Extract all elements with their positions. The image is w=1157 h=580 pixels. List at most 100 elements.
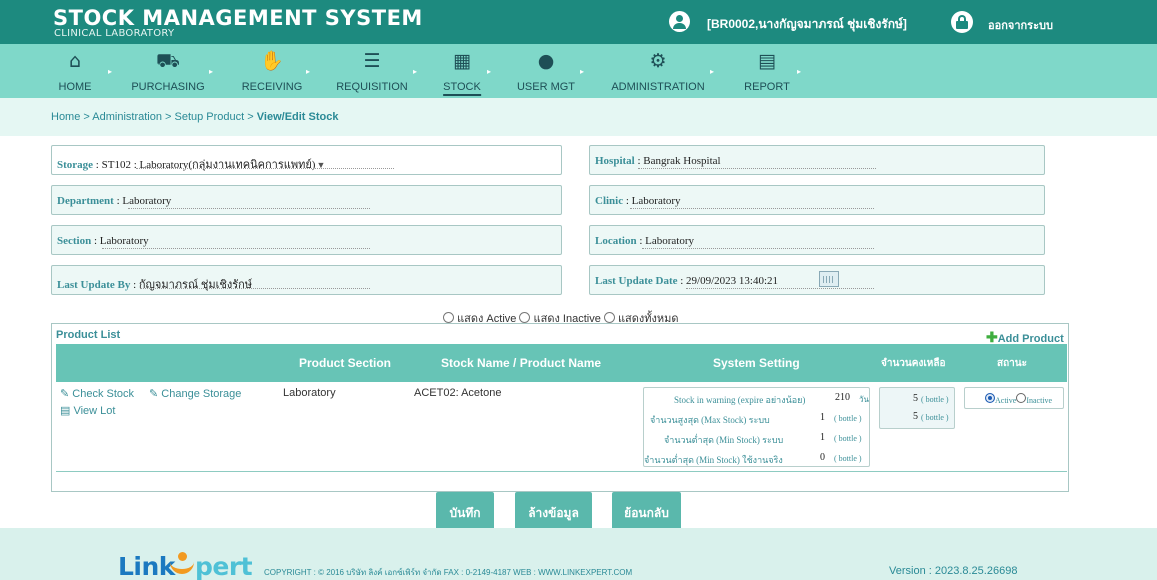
nav-label: ADMINISTRATION xyxy=(611,81,705,93)
status-active-radio[interactable] xyxy=(985,393,995,403)
max-stock-unit: ( bottle ) xyxy=(834,414,862,423)
col-stock-name: Stock Name / Product Name xyxy=(441,356,602,370)
clinic-label: Clinic : Laboratory xyxy=(595,195,681,207)
app-title: STOCK MANAGEMENT SYSTEM xyxy=(53,6,423,30)
nav-administration[interactable]: ⚙ ADMINISTRATION xyxy=(605,44,711,98)
status-inactive-label: Inactive xyxy=(1026,396,1053,405)
row-section: Laboratory xyxy=(283,387,336,399)
last-update-by-label: Last Update By : กัญจมาภรณ์ ชุ่มเชิงรักษ… xyxy=(57,279,253,291)
checklist-icon: ☰ xyxy=(363,50,381,72)
min-stock-input[interactable]: 1 xyxy=(801,432,825,443)
remaining-unit-2: ( bottle ) xyxy=(921,413,949,422)
lock-icon[interactable] xyxy=(951,11,973,33)
calendar-icon[interactable] xyxy=(819,271,839,287)
nav-label: STOCK xyxy=(443,81,481,96)
home-icon: ⌂ xyxy=(68,50,82,72)
radio-inactive[interactable] xyxy=(519,312,531,323)
radio-active[interactable] xyxy=(443,312,454,323)
max-stock-input[interactable]: 1 xyxy=(801,412,825,423)
status-radio-group: Active Inactive xyxy=(985,393,1052,405)
min-real-input[interactable]: 0 xyxy=(801,452,825,463)
remaining-qty-2: 5 xyxy=(913,411,918,422)
view-lot-label: View Lot xyxy=(73,405,116,417)
department-value: : Laboratory xyxy=(116,195,172,207)
app-subtitle: CLINICAL LABORATORY xyxy=(54,28,175,39)
max-stock-label: จำนวนสูงสุด (Max Stock) ระบบ xyxy=(650,415,770,425)
nav-label: PURCHASING xyxy=(131,81,205,93)
storage-field[interactable]: Storage : ST102 : Laboratory(กลุ่มงานเทค… xyxy=(51,145,562,175)
gear-icon: ⚙ xyxy=(649,50,667,72)
user-name: [BR0002,นางกัญจมาภรณ์ ชุ่มเชิงรักษ์] xyxy=(707,17,907,31)
user-icon xyxy=(669,11,690,32)
chevron-right-icon: ▸ xyxy=(797,67,802,76)
breadcrumb-path[interactable]: Home > Administration > Setup Product > xyxy=(51,111,257,123)
warning-unit: วัน xyxy=(859,395,869,404)
chevron-right-icon: ▸ xyxy=(580,67,585,76)
logo-link-text: Link xyxy=(118,552,175,580)
storage-value[interactable]: : ST102 : Laboratory(กลุ่มงานเทคนิคการแพ… xyxy=(96,159,316,171)
section-field: Section : Laboratory xyxy=(51,225,562,255)
report-icon: ▤ xyxy=(758,50,776,72)
nav-user-mgt[interactable]: ● USER MGT xyxy=(509,44,583,98)
change-storage-label: Change Storage xyxy=(161,388,242,400)
cart-icon: ⛟ xyxy=(156,50,180,72)
warning-input[interactable]: 210 xyxy=(826,392,850,403)
chevron-right-icon: ▸ xyxy=(413,67,418,76)
logo-pert-text: pert xyxy=(195,552,253,580)
last-update-by-field: Last Update By : กัญจมาภรณ์ ชุ่มเชิงรักษ… xyxy=(51,265,562,295)
hospital-value: : Bangrak Hospital xyxy=(637,155,721,167)
pencil-icon: ✎ xyxy=(149,388,159,400)
remaining-unit-1: ( bottle ) xyxy=(921,395,949,404)
change-storage-link[interactable]: ✎ Change Storage xyxy=(149,387,241,400)
table-divider xyxy=(56,471,1067,472)
nav-label: REQUISITION xyxy=(336,81,408,93)
logo-person-icon xyxy=(170,552,194,580)
last-update-by-value: : กัญจมาภรณ์ ชุ่มเชิงรักษ์ xyxy=(133,279,253,291)
pencil-icon: ✎ xyxy=(60,388,70,400)
breadcrumb-current: View/Edit Stock xyxy=(256,111,339,123)
chevron-right-icon: ▸ xyxy=(306,67,311,76)
nav-report[interactable]: ▤ REPORT xyxy=(738,44,796,98)
document-icon: ▤ xyxy=(60,405,71,417)
hospital-field: Hospital : Bangrak Hospital xyxy=(589,145,1045,175)
nav-receiving[interactable]: ✋ RECEIVING xyxy=(232,44,312,98)
chevron-right-icon: ▸ xyxy=(209,67,214,76)
last-update-date-label: Last Update Date : 29/09/2023 13:40:21 xyxy=(595,275,779,287)
location-field: Location : Laboratory xyxy=(589,225,1045,255)
department-field: Department : Laboratory xyxy=(51,185,562,215)
plus-icon: ✚ xyxy=(986,329,998,345)
main-nav: ⌂ HOME ▸ ⛟ PURCHASING ▸ ✋ RECEIVING ▸ ☰ … xyxy=(0,44,1157,98)
row-product-name: ACET02: Acetone xyxy=(414,387,502,399)
min-real-label: จำนวนต่ำสุด (Min Stock) ใช้งานจริง xyxy=(644,455,783,465)
min-real-unit: ( bottle ) xyxy=(834,454,862,463)
remaining-qty-1: 5 xyxy=(913,393,918,404)
nav-requisition[interactable]: ☰ REQUISITION xyxy=(329,44,415,98)
hospital-label: Hospital : Bangrak Hospital xyxy=(595,155,721,167)
status-active-label: Active xyxy=(995,396,1017,405)
min-stock-label: จำนวนต่ำสุด (Min Stock) ระบบ xyxy=(664,435,784,445)
view-lot-link[interactable]: ▤ View Lot xyxy=(60,404,115,417)
department-label: Department : Laboratory xyxy=(57,195,172,207)
nav-label: REPORT xyxy=(744,81,790,93)
col-remaining: จำนวนคงเหลือ xyxy=(881,358,946,369)
location-value: : Laboratory xyxy=(639,235,694,247)
last-update-date-field: Last Update Date : 29/09/2023 13:40:21 xyxy=(589,265,1045,295)
logout-link[interactable]: ออกจากระบบ xyxy=(988,16,1053,34)
nav-label: USER MGT xyxy=(516,81,576,93)
radio-all[interactable] xyxy=(603,312,615,323)
check-stock-link[interactable]: ✎ Check Stock xyxy=(60,387,134,400)
check-stock-label: Check Stock xyxy=(72,388,135,400)
location-label: Location : Laboratory xyxy=(595,235,694,247)
nav-home[interactable]: ⌂ HOME xyxy=(58,44,92,98)
nav-stock[interactable]: ▦ STOCK xyxy=(437,44,487,98)
chevron-right-icon: ▸ xyxy=(710,67,715,76)
clinic-field: Clinic : Laboratory xyxy=(589,185,1045,215)
col-product-section: Product Section xyxy=(299,356,392,370)
user-icon: ● xyxy=(537,50,555,72)
warning-label: Stock in warning (expire อย่างน้อย) xyxy=(674,395,806,405)
product-list-title: Product List xyxy=(56,329,121,341)
status-inactive-radio[interactable] xyxy=(1016,393,1027,403)
min-stock-unit: ( bottle ) xyxy=(834,434,862,443)
nav-purchasing[interactable]: ⛟ PURCHASING xyxy=(128,44,208,98)
storage-label: Storage : ST102 : Laboratory(กลุ่มงานเทค… xyxy=(57,159,326,171)
